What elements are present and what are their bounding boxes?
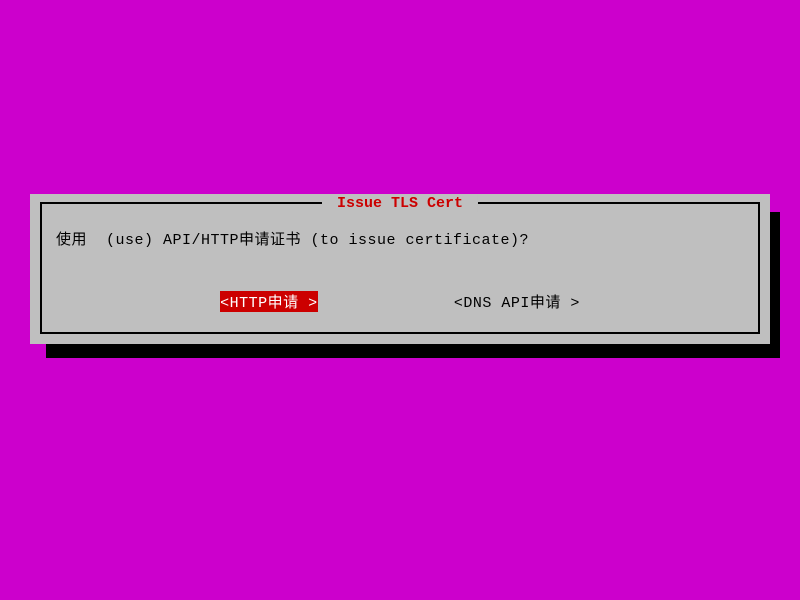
button-row: <HTTP申请 > <DNS API申请 >	[42, 291, 758, 312]
http-apply-button[interactable]: <HTTP申请 >	[220, 291, 318, 312]
dialog-frame: Issue TLS Cert 使用 (use) API/HTTP申请证书 (to…	[40, 202, 760, 334]
dialog-box: Issue TLS Cert 使用 (use) API/HTTP申请证书 (to…	[30, 194, 770, 344]
dialog-title: Issue TLS Cert	[322, 195, 478, 212]
dialog-prompt: 使用 (use) API/HTTP申请证书 (to issue certific…	[56, 228, 529, 249]
dns-api-apply-button[interactable]: <DNS API申请 >	[454, 291, 580, 312]
